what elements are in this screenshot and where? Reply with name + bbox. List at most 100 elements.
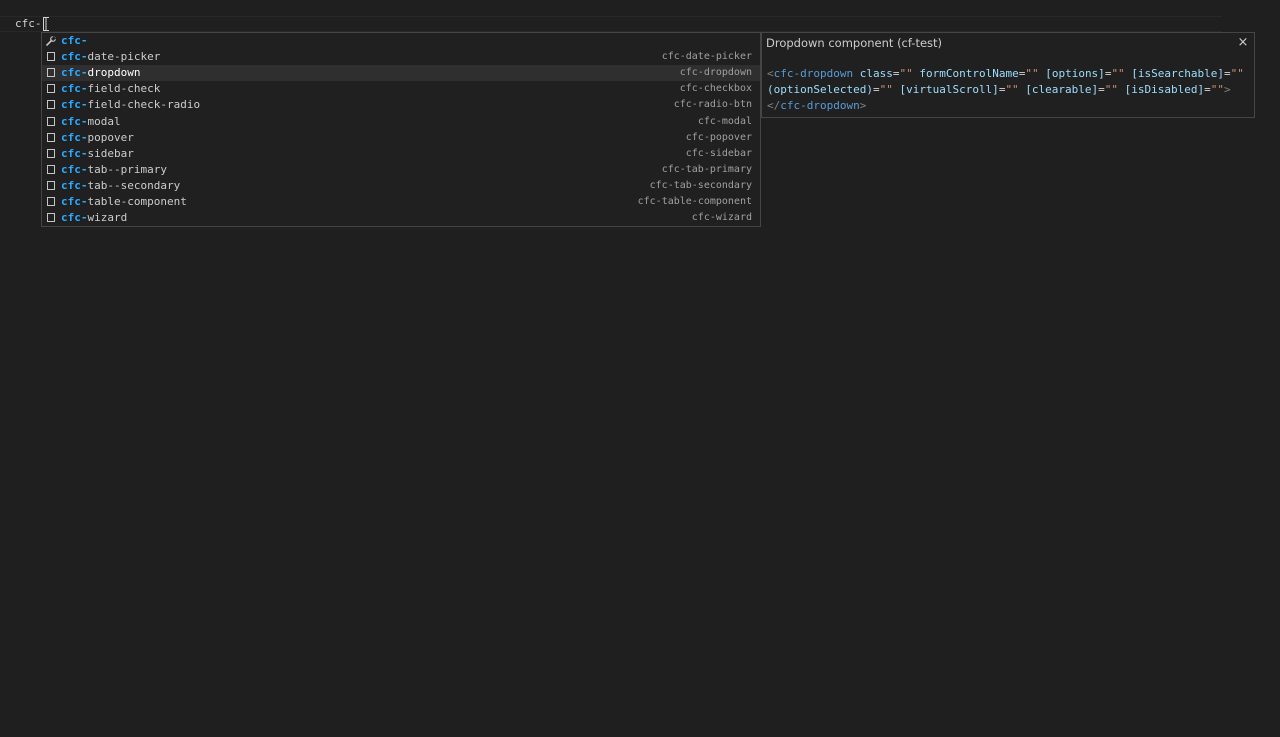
snippet-icon <box>47 197 55 206</box>
suggest-item[interactable]: cfc-modal cfc-modal <box>42 114 760 130</box>
suggest-item-rest: sidebar <box>87 146 134 160</box>
snippet-attr-value: "" <box>1230 67 1244 80</box>
suggest-item-rest: modal <box>87 114 121 128</box>
snippet-tag: cfc-dropdown <box>780 99 860 112</box>
suggest-item-detail: cfc-table-component <box>637 196 752 207</box>
suggest-item-rest: dropdown <box>87 66 141 80</box>
snippet-attr-name: formControlName <box>919 67 1019 80</box>
snippet-equals: = <box>1224 67 1231 80</box>
snippet-attr-name: (optionSelected) <box>767 83 873 96</box>
suggest-widget[interactable]: cfc-cfc-date-picker cfc-date-picker cfc-dr… <box>41 32 761 227</box>
suggest-item-match: cfc- <box>61 146 88 160</box>
snippet-attr-name: [isDisabled] <box>1124 83 1205 96</box>
suggest-item-match: cfc- <box>61 82 88 96</box>
suggest-item-rest: wizard <box>87 211 128 225</box>
suggest-item-match: cfc- <box>61 98 88 112</box>
details-title: Dropdown component (cf-test) <box>766 36 943 50</box>
suggest-item-match: cfc- <box>61 211 88 225</box>
suggest-item-detail: cfc-radio-btn <box>673 99 752 111</box>
editor-line-1[interactable]: cfc- <box>15 16 44 32</box>
suggest-item-label: cfc-field-check-radio <box>61 97 200 113</box>
suggest-item-detail: cfc-checkbox <box>679 83 752 95</box>
snippet-punct: </ <box>767 99 781 112</box>
suggest-item-match: cfc- <box>61 66 88 80</box>
suggest-item-detail: cfc-date-picker <box>661 51 752 63</box>
suggest-item-label: cfc-popover <box>61 130 134 146</box>
suggest-item-rest: field-check-radio <box>87 98 201 112</box>
suggest-item-match: cfc- <box>61 178 88 192</box>
snippet-punct: > <box>859 99 867 112</box>
snippet-attr-value: "" <box>879 83 893 96</box>
suggest-item-label: cfc-field-check <box>61 81 160 97</box>
suggest-item-match: cfc- <box>61 130 88 144</box>
snippet-icon <box>47 68 55 78</box>
snippet-icon <box>47 116 55 126</box>
snippet-icon <box>47 148 55 158</box>
suggest-item-match: cfc- <box>61 195 88 208</box>
suggest-item-label: cfc-sidebar <box>61 146 134 162</box>
snippet-icon <box>47 84 55 94</box>
snippet-attr-value: "" <box>1005 83 1019 96</box>
suggest-item[interactable]: cfc-date-picker cfc-date-picker <box>42 49 760 65</box>
suggest-item[interactable]: cfc-popover cfc-popover <box>42 130 760 146</box>
suggest-item-detail: cfc-wizard <box>691 212 752 224</box>
suggest-item-rest: date-picker <box>87 50 161 64</box>
snippet-icon <box>47 100 55 110</box>
snippet-icon <box>47 132 55 142</box>
suggest-item-detail: cfc-sidebar <box>685 147 752 159</box>
suggest-item-rest: table-component <box>87 195 187 208</box>
snippet-attr-name: class <box>859 67 893 80</box>
snippet-preview: <cfc-dropdown class="" formControlName="… <box>767 66 1249 114</box>
suggest-item-label: cfc-tab--secondary <box>61 178 180 194</box>
suggest-item-rest: tab--primary <box>87 162 167 176</box>
suggest-item-detail: cfc-tab-primary <box>661 163 752 175</box>
suggest-item[interactable]: cfc-field-check-radio cfc-radio-btn <box>42 97 760 113</box>
snippet-attr-value: "" <box>899 67 913 80</box>
typed-text: cfc- <box>15 17 42 30</box>
snippet-icon <box>47 213 55 223</box>
suggest-item-match: cfc- <box>61 50 88 64</box>
snippet-equals: = <box>1098 83 1105 96</box>
suggest-item-label: cfc- <box>61 33 88 49</box>
suggest-item-detail: cfc-popover <box>685 131 752 143</box>
current-line-highlight <box>0 16 1222 32</box>
suggest-item[interactable]: cfc- <box>42 33 760 49</box>
snippet-icon <box>47 52 55 62</box>
snippet-attr-value: "" <box>1111 67 1125 80</box>
suggest-item-match: cfc- <box>61 34 88 47</box>
suggest-item-label: cfc-date-picker <box>61 49 160 65</box>
suggest-item[interactable]: cfc-table-component cfc-table-component <box>42 194 760 210</box>
suggest-item-detail: cfc-tab-secondary <box>649 179 752 191</box>
snippet-attr-name: [options] <box>1045 67 1105 80</box>
code-editor[interactable]: cfc- cfc-cfc-date-picker cfc-date-picker c… <box>0 0 1280 737</box>
suggest-item-match: cfc- <box>61 114 88 128</box>
snippet-attr-value: "" <box>1210 83 1225 96</box>
suggest-item[interactable]: cfc-wizard cfc-wizard <box>42 210 760 226</box>
suggest-item[interactable]: cfc-tab--primary cfc-tab-primary <box>42 162 760 178</box>
snippet-attr-name: [virtualScroll] <box>899 83 999 96</box>
snippet-attr-value: "" <box>1104 83 1119 96</box>
ibeam-cursor-icon <box>43 17 49 31</box>
suggest-item-detail: cfc-modal <box>697 115 752 127</box>
suggest-item-detail: cfc-dropdown <box>679 67 752 79</box>
suggest-item[interactable]: cfc-tab--secondary cfc-tab-secondary <box>42 178 760 194</box>
snippet-equals: = <box>1204 83 1211 96</box>
snippet-icon <box>47 180 55 190</box>
suggest-item[interactable]: cfc-dropdown cfc-dropdown <box>42 65 760 82</box>
snippet-punct: < <box>767 67 774 80</box>
suggest-item-rest: tab--secondary <box>87 178 181 192</box>
snippet-equals: = <box>872 83 880 96</box>
suggest-item-rest: popover <box>87 130 134 144</box>
suggest-item-label: cfc-dropdown <box>61 65 140 81</box>
snippet-punct: > <box>1224 83 1231 96</box>
suggest-item-label: cfc-wizard <box>61 210 127 226</box>
suggest-item-rest: field-check <box>87 82 161 96</box>
close-icon[interactable]: × <box>1236 36 1250 50</box>
suggest-details-pane: Dropdown component (cf-test) × <cfc-drop… <box>761 32 1255 118</box>
suggest-item[interactable]: cfc-field-check cfc-checkbox <box>42 81 760 97</box>
snippet-attr-value: "" <box>1025 67 1039 80</box>
snippet-tag: cfc-dropdown <box>773 67 854 80</box>
suggest-item-label: cfc-table-component <box>61 194 187 210</box>
suggest-item[interactable]: cfc-sidebar cfc-sidebar <box>42 146 760 162</box>
suggest-item-label: cfc-modal <box>61 114 121 130</box>
